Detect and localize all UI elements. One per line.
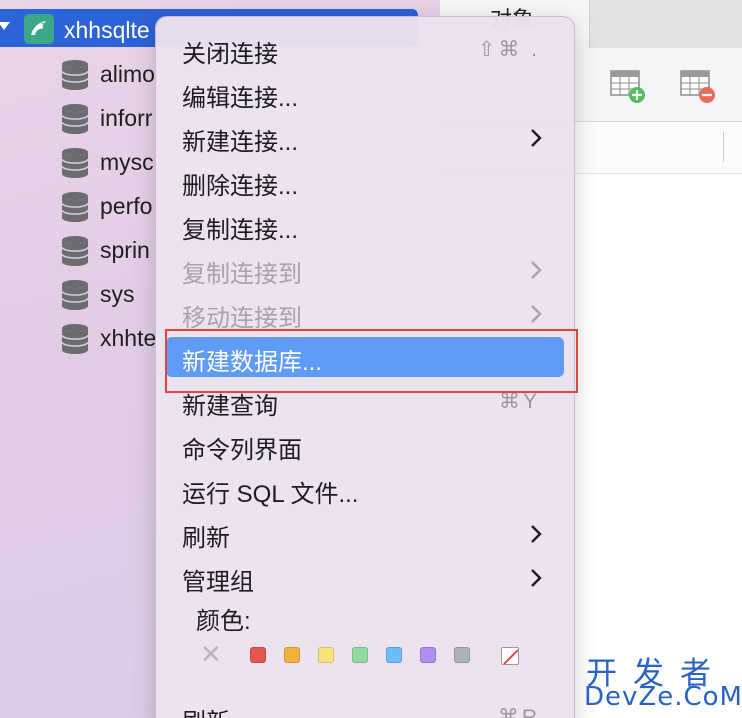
menu-item-manage-group[interactable]: 管理组 xyxy=(166,557,564,597)
color-none-swatch[interactable]: ✕ xyxy=(200,641,222,667)
color-swatch-blue[interactable] xyxy=(386,647,402,663)
menu-item-label: 移动连接到 xyxy=(182,305,302,332)
menu-item-delete-connection[interactable]: 删除连接... xyxy=(166,161,564,201)
database-label: sprin xyxy=(100,237,150,263)
database-label: mysc xyxy=(100,149,154,175)
color-swatch-purple[interactable] xyxy=(420,647,436,663)
menu-item-new-connection[interactable]: 新建连接... xyxy=(166,117,564,157)
menu-item-label: 新建连接... xyxy=(182,129,299,156)
database-icon xyxy=(61,192,89,222)
database-icon xyxy=(61,236,89,266)
menu-item-edit-connection[interactable]: 编辑连接... xyxy=(166,73,564,113)
menu-item-shortcut: ⌘R xyxy=(497,706,540,718)
menu-item-move-connection-to: 移动连接到 xyxy=(166,293,564,333)
highlight-box xyxy=(165,329,578,393)
menu-item-run-sql-file[interactable]: 运行 SQL 文件... xyxy=(166,469,564,509)
menu-item-label: 管理组 xyxy=(182,569,254,596)
menu-item-duplicate-connection[interactable]: 复制连接... xyxy=(166,205,564,245)
connection-label: xhhsqlte xyxy=(64,17,150,43)
menu-item-label: 删除连接... xyxy=(182,173,299,200)
database-icon xyxy=(61,324,89,354)
database-icon xyxy=(61,148,89,178)
chevron-right-icon xyxy=(531,569,542,587)
color-swatch-gray[interactable] xyxy=(454,647,470,663)
chevron-right-icon xyxy=(531,261,542,279)
color-swatch-orange[interactable] xyxy=(284,647,300,663)
database-label: inforr xyxy=(100,105,153,131)
menu-item-command-line[interactable]: 命令列界面 xyxy=(166,425,564,465)
color-swatch-yellow[interactable] xyxy=(318,647,334,663)
menu-item-label: 命令列界面 xyxy=(182,437,302,464)
chevron-right-icon xyxy=(531,305,542,323)
mysql-dolphin-icon xyxy=(24,14,54,44)
menu-item-label: 复制连接... xyxy=(182,217,299,244)
tab-empty[interactable] xyxy=(590,0,742,48)
chevron-down-icon[interactable] xyxy=(0,22,10,30)
watermark: 开发者 DevZe.CoM xyxy=(584,648,742,718)
database-icon xyxy=(61,60,89,90)
menu-item-label: 关闭连接 xyxy=(182,41,278,68)
menu-item-shortcut: ⇧⌘ . xyxy=(477,38,540,61)
menu-item-label: 复制连接到 xyxy=(182,261,302,288)
menu-item-refresh[interactable]: 刷新 ⌘R xyxy=(166,697,564,718)
color-swatch-green[interactable] xyxy=(352,647,368,663)
color-custom-swatch[interactable] xyxy=(501,647,519,665)
add-table-icon[interactable] xyxy=(610,70,646,104)
database-icon xyxy=(61,104,89,134)
menu-item-label: 运行 SQL 文件... xyxy=(182,481,359,508)
delete-table-icon[interactable] xyxy=(680,70,716,104)
menu-item-close-connection[interactable]: 关闭连接 ⇧⌘ . xyxy=(166,29,564,69)
menu-item-label: 刷新 xyxy=(182,702,230,718)
watermark-line2: DevZe.CoM xyxy=(584,682,742,712)
divider xyxy=(723,132,724,162)
database-label: xhhte xyxy=(100,325,157,351)
menu-item-copy-connection-to: 复制连接到 xyxy=(166,249,564,289)
database-icon xyxy=(61,280,89,310)
database-label: sys xyxy=(100,281,135,307)
menu-item-refresh-submenu[interactable]: 刷新 xyxy=(166,513,564,553)
menu-item-label: 编辑连接... xyxy=(182,85,299,112)
slash-icon xyxy=(503,649,518,664)
chevron-right-icon xyxy=(531,525,542,543)
color-section-title: 颜色: xyxy=(196,608,251,635)
database-label: perfo xyxy=(100,193,153,219)
chevron-right-icon xyxy=(531,129,542,147)
database-label: alimo xyxy=(100,61,155,87)
menu-item-label: 刷新 xyxy=(182,525,230,552)
color-swatch-red[interactable] xyxy=(250,647,266,663)
